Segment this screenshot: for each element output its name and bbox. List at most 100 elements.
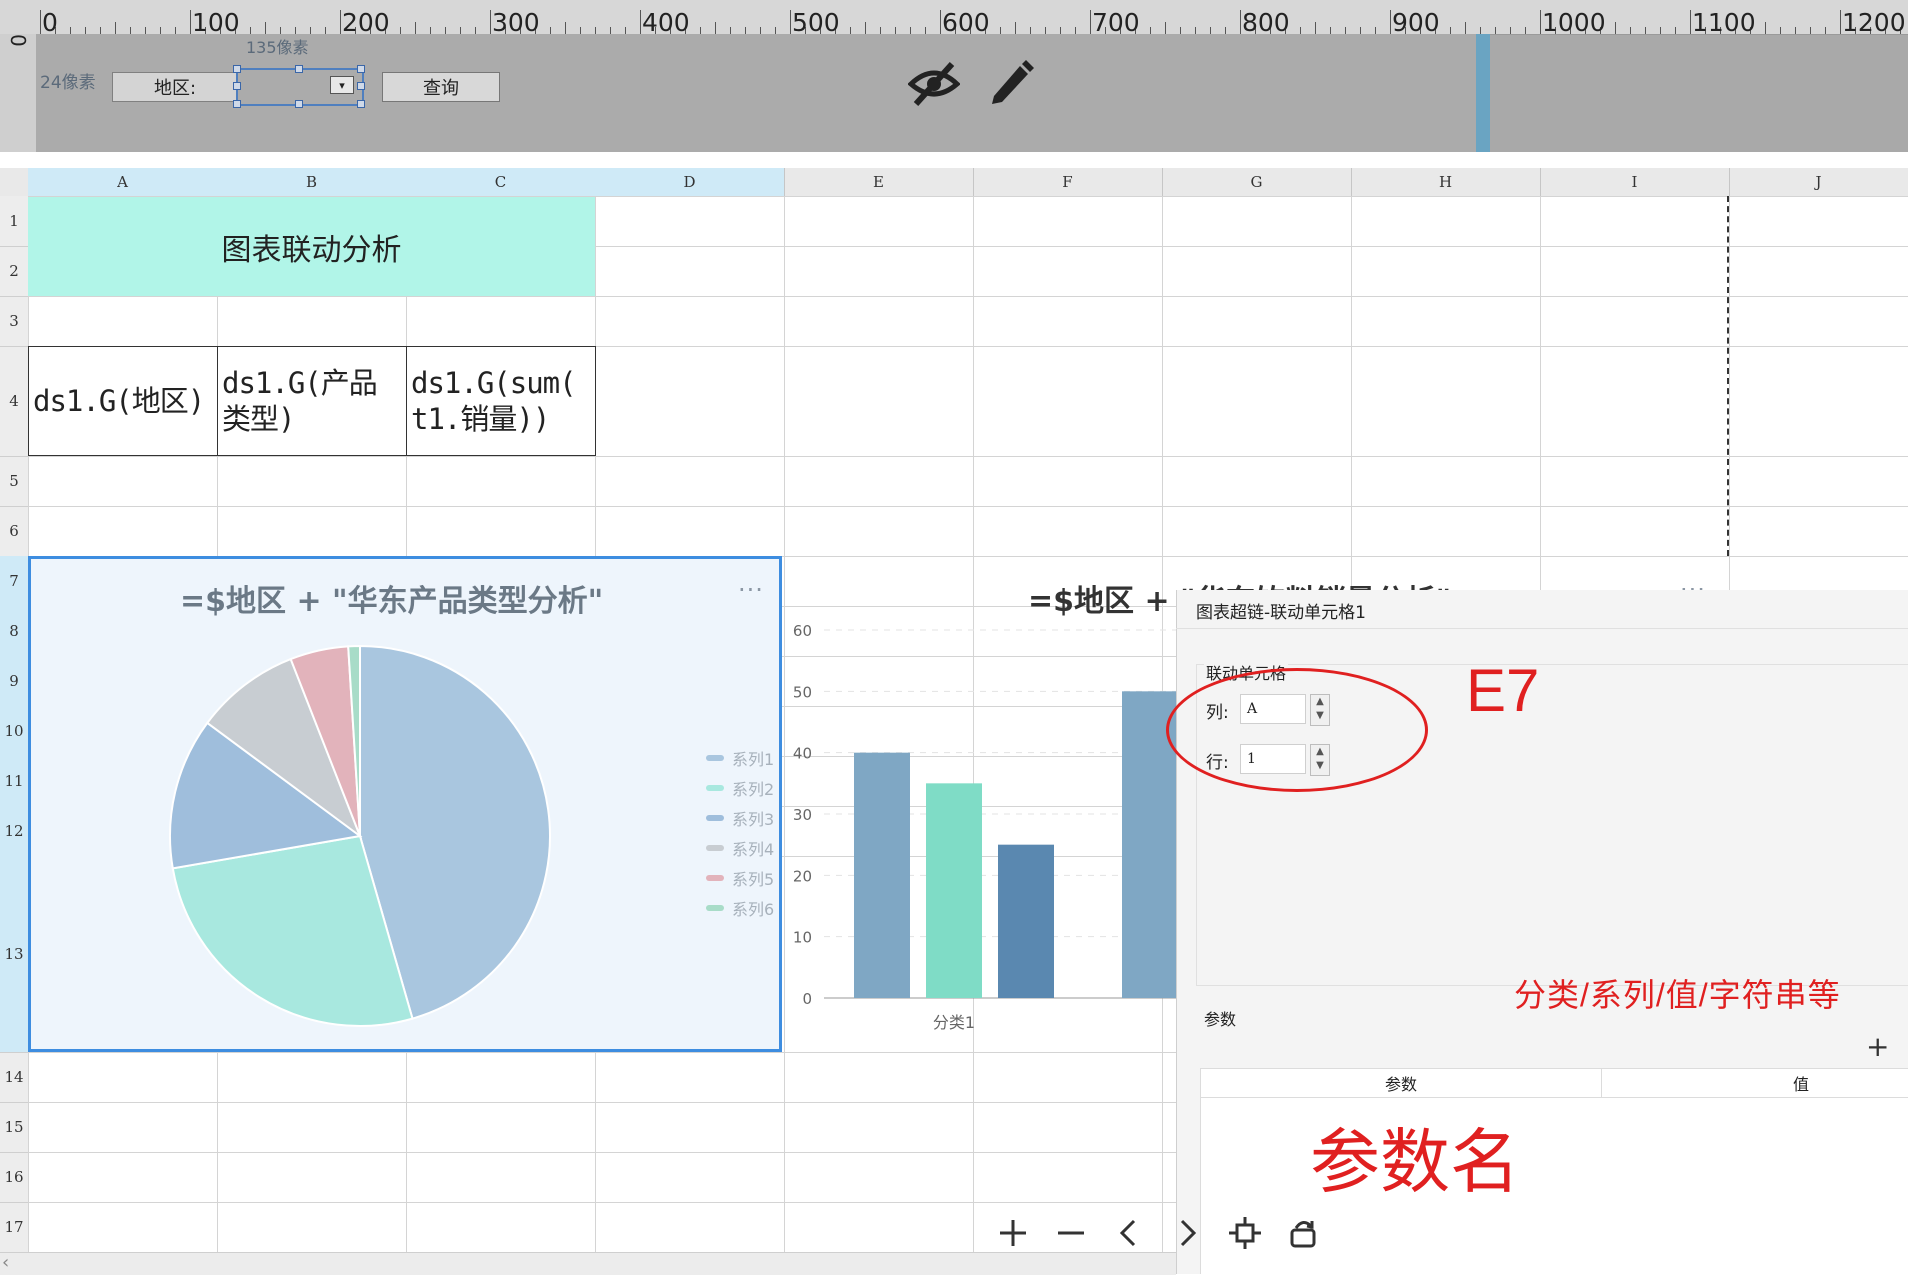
row-header-4[interactable]: 4 xyxy=(0,346,28,457)
row-header-12[interactable]: 12 xyxy=(0,806,28,857)
ruler-tick xyxy=(190,10,191,34)
row-header-7[interactable]: 7 xyxy=(0,556,28,607)
ruler-tick xyxy=(115,22,116,34)
y-tick-label: 30 xyxy=(793,806,812,824)
ruler-tick xyxy=(1450,27,1451,34)
row-header-10[interactable]: 10 xyxy=(0,706,28,757)
pie-chart-menu-icon[interactable]: ··· xyxy=(738,576,764,604)
bar[interactable] xyxy=(926,783,982,998)
fit-icon[interactable] xyxy=(1228,1216,1262,1250)
legend-label: 系列6 xyxy=(732,900,775,919)
column-header-g[interactable]: G xyxy=(1162,168,1352,196)
legend-item[interactable]: 系列6 xyxy=(706,896,774,920)
legend-swatch xyxy=(706,875,724,881)
horizontal-scrollbar[interactable] xyxy=(0,1252,1176,1275)
minus-icon[interactable] xyxy=(1054,1216,1088,1250)
column-header-c[interactable]: C xyxy=(406,168,596,196)
row-header-17[interactable]: 17 xyxy=(0,1202,28,1253)
grid-line xyxy=(28,506,1908,507)
scroll-left-icon[interactable]: ‹ xyxy=(2,1252,9,1273)
pane-boundary-marker[interactable] xyxy=(1476,34,1490,152)
add-parameter-button[interactable]: + xyxy=(1866,1030,1889,1063)
row-header-3[interactable]: 3 xyxy=(0,296,28,347)
ruler-tick xyxy=(625,27,626,34)
ruler-label: 300 xyxy=(492,8,540,35)
resize-handle[interactable] xyxy=(357,65,365,73)
ruler-tick xyxy=(340,10,341,34)
ruler-tick xyxy=(790,10,791,34)
title-cell[interactable]: 图表联动分析 xyxy=(28,197,595,296)
combo-dropdown-icon[interactable]: ▾ xyxy=(330,76,354,94)
row-header-5[interactable]: 5 xyxy=(0,456,28,507)
ruler-tick xyxy=(1675,27,1676,34)
row-header-14[interactable]: 14 xyxy=(0,1052,28,1103)
column-header-d[interactable]: D xyxy=(595,168,785,196)
dataset-cell[interactable]: ds1.G(产品 类型) xyxy=(217,346,407,456)
chevron-left-icon[interactable] xyxy=(1112,1216,1146,1250)
rotate-icon[interactable] xyxy=(1286,1216,1320,1250)
ruler-tick xyxy=(325,27,326,34)
bar[interactable] xyxy=(854,752,910,998)
resize-handle[interactable] xyxy=(233,100,241,108)
param-value-column-header[interactable]: 值 xyxy=(1601,1069,1908,1097)
ruler-tick xyxy=(1075,27,1076,34)
row-header-9[interactable]: 9 xyxy=(0,656,28,707)
ruler-tick xyxy=(580,27,581,34)
row-header-16[interactable]: 16 xyxy=(0,1152,28,1203)
ruler-tick xyxy=(925,27,926,34)
row-header-6[interactable]: 6 xyxy=(0,506,28,557)
legend-swatch xyxy=(706,905,724,911)
ruler-tick xyxy=(1390,10,1391,34)
bar[interactable] xyxy=(998,844,1054,998)
dataset-cell-line: ds1.G(产品 xyxy=(222,366,378,400)
ruler-label: 700 xyxy=(1092,8,1140,35)
resize-handle[interactable] xyxy=(233,65,241,73)
legend-item[interactable]: 系列2 xyxy=(706,776,774,800)
ruler-tick xyxy=(865,22,866,34)
row-header-11[interactable]: 11 xyxy=(0,756,28,807)
ruler-tick xyxy=(490,10,491,34)
legend-item[interactable]: 系列4 xyxy=(706,836,774,860)
resize-handle[interactable] xyxy=(295,65,303,73)
legend-item[interactable]: 系列5 xyxy=(706,866,774,890)
resize-handle[interactable] xyxy=(233,82,241,90)
dataset-cell-line: ds1.G(sum( xyxy=(411,366,577,400)
legend-item[interactable]: 系列3 xyxy=(706,806,774,830)
ruler-tick xyxy=(1015,22,1016,34)
row-header-8[interactable]: 8 xyxy=(0,606,28,657)
ruler-tick xyxy=(1795,27,1796,34)
column-header-b[interactable]: B xyxy=(217,168,407,196)
eye-slash-icon[interactable] xyxy=(908,58,960,108)
column-header-f[interactable]: F xyxy=(973,168,1163,196)
row-header-13[interactable]: 13 xyxy=(0,856,28,1053)
resize-handle[interactable] xyxy=(295,100,303,108)
vertical-ruler xyxy=(0,34,37,152)
legend-swatch xyxy=(706,785,724,791)
ruler-tick xyxy=(910,27,911,34)
dialog-title: 图表超链-联动单元格1 xyxy=(1196,603,1366,623)
resize-handle[interactable] xyxy=(357,82,365,90)
column-header-j[interactable]: J xyxy=(1729,168,1908,196)
legend-item[interactable]: 系列1 xyxy=(706,746,774,770)
ruler-tick xyxy=(700,27,701,34)
chevron-right-icon[interactable] xyxy=(1170,1216,1204,1250)
column-header-a[interactable]: A xyxy=(28,168,218,196)
plus-icon[interactable] xyxy=(996,1216,1030,1250)
parameters-label: 参数 xyxy=(1204,1010,1237,1029)
column-header-i[interactable]: I xyxy=(1540,168,1730,196)
row-header-2[interactable]: 2 xyxy=(0,246,28,297)
dataset-cell[interactable]: ds1.G(sum(t1.销量)) xyxy=(406,346,596,456)
x-category-label: 分类1 xyxy=(933,1013,975,1032)
param-name-column-header[interactable]: 参数 xyxy=(1201,1069,1602,1097)
pencil-icon[interactable] xyxy=(986,56,1034,106)
resize-handle[interactable] xyxy=(357,100,365,108)
column-header-e[interactable]: E xyxy=(784,168,974,196)
column-header-h[interactable]: H xyxy=(1351,168,1541,196)
region-label-widget[interactable]: 地区: xyxy=(112,72,238,102)
row-header-15[interactable]: 15 xyxy=(0,1102,28,1153)
row-header-1[interactable]: 1 xyxy=(0,196,28,247)
query-button[interactable]: 查询 xyxy=(382,72,500,102)
ruler-tick xyxy=(130,27,131,34)
dataset-cell[interactable]: ds1.G(地区) xyxy=(28,346,218,456)
ruler-tick xyxy=(400,27,401,34)
